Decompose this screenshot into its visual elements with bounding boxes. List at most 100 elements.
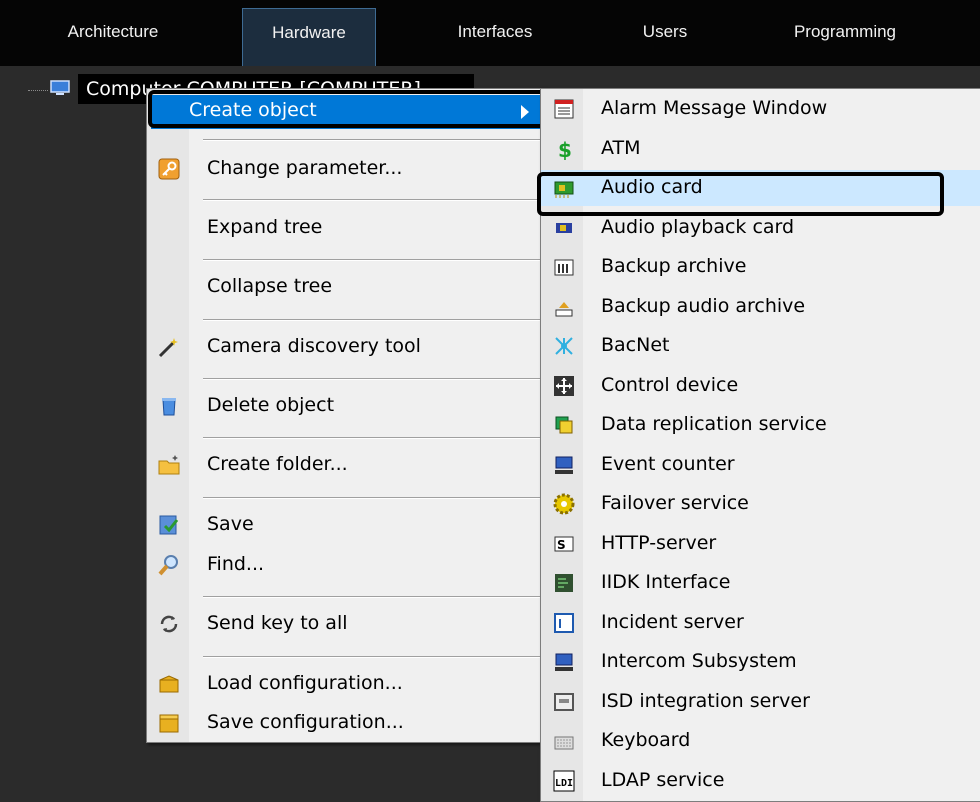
menu-item-label: Incident server [601,611,744,633]
submenu-item-iidk-interface[interactable]: IIDK Interface [541,565,980,601]
submenu-item-alarm-message-window[interactable]: Alarm Message Window [541,91,980,127]
menu-item-label: LDAP service [601,769,725,791]
ldap-icon: LDI [553,770,575,792]
menu-separator [203,596,541,598]
save-icon [159,515,179,535]
tab-label: Programming [793,22,897,41]
menu-item-create-folder[interactable]: Create folder... [147,447,545,483]
audio-playback-card-icon [556,223,572,233]
computer-icon [555,653,573,671]
menu-item-save[interactable]: Save [147,507,545,543]
menu-separator [203,437,541,439]
replication-icon [555,416,573,434]
submenu-item-event-counter[interactable]: Event counter [541,447,980,483]
svg-text:S: S [557,538,566,552]
menu-item-label: Save configuration... [207,711,404,733]
menu-item-label: Expand tree [207,216,323,238]
submenu-item-incident-server[interactable]: Incident server [541,605,980,641]
menu-item-camera-discovery-tool[interactable]: Camera discovery tool [147,329,545,365]
magnifier-icon [158,555,178,576]
terminal-icon [555,574,573,592]
menu-item-label: Camera discovery tool [207,335,421,357]
menu-item-label: Delete object [207,394,335,416]
menu-item-collapse-tree[interactable]: Collapse tree [147,269,545,305]
submenu-item-isd-integration-server[interactable]: ISD integration server [541,684,980,720]
menu-item-send-key-to-all[interactable]: Send key to all [147,606,545,642]
computer-icon [555,456,573,474]
keyboard-icon [554,736,574,750]
menu-item-label: Control device [601,374,739,396]
menu-separator [203,139,541,141]
tab-label: Hardware [272,23,346,42]
new-folder-icon [158,455,180,475]
magic-wand-icon [158,338,178,358]
tab-users[interactable]: Users [610,8,720,66]
svg-text:$: $ [558,138,572,160]
menu-separator [203,259,541,261]
menu-item-delete-object[interactable]: Delete object [147,388,545,424]
menu-item-label: BacNet [601,334,670,356]
menu-item-label: Data replication service [601,413,827,435]
tab-programming[interactable]: Programming [770,8,920,66]
menu-item-label: Failover service [601,492,749,514]
menu-item-label: Send key to all [207,612,348,634]
menu-item-change-parameter[interactable]: Change parameter... [147,151,545,187]
menu-item-label: Collapse tree [207,275,333,297]
dollar-icon: $ [558,138,572,160]
submenu-item-data-replication-service[interactable]: Data replication service [541,407,980,443]
save-box-icon [159,714,179,733]
menu-item-label: Alarm Message Window [601,97,828,119]
audio-archive-icon [555,302,573,317]
menu-item-label: ATM [601,137,641,159]
gear-icon [553,493,575,515]
menu-item-save-configuration[interactable]: Save configuration... [147,705,545,741]
key-icon [158,158,180,180]
submenu-item-ldap-service[interactable]: LDI LDAP service [541,763,980,799]
menu-item-expand-tree[interactable]: Expand tree [147,210,545,246]
menu-item-label: ISD integration server [601,690,810,712]
tab-hardware[interactable]: Hardware [242,8,376,66]
menu-item-label: Intercom Subsystem [601,650,797,672]
menu-separator [203,497,541,499]
submenu-item-backup-audio-archive[interactable]: Backup audio archive [541,289,980,325]
svg-text:LDI: LDI [555,778,573,789]
submenu-item-keyboard[interactable]: Keyboard [541,723,980,759]
context-menu: Create object Change parameter... Expand… [146,88,546,743]
tree-connector [28,90,48,91]
network-icon [555,337,573,355]
menu-item-load-configuration[interactable]: Load configuration... [147,666,545,702]
menu-item-label: Save [207,513,254,535]
menu-separator [203,378,541,380]
submenu-item-control-device[interactable]: Control device [541,368,980,404]
top-tab-bar: Architecture Hardware Interfaces Users P… [0,0,980,66]
menu-separator [203,199,541,201]
submenu-item-failover-service[interactable]: Failover service [541,486,980,522]
menu-item-label: Backup audio archive [601,295,806,317]
submenu-item-http-server[interactable]: S HTTP-server [541,526,980,562]
tab-label: Architecture [67,22,159,41]
submenu-item-bacnet[interactable]: BacNet [541,328,980,364]
menu-item-find[interactable]: Find... [147,547,545,583]
server-icon: S [554,536,574,552]
menu-separator [203,319,541,321]
menu-separator [203,656,541,658]
menu-item-label: Event counter [601,453,735,475]
tab-interfaces[interactable]: Interfaces [430,8,560,66]
move-arrows-icon [554,376,574,396]
tab-architecture[interactable]: Architecture [38,8,188,66]
submenu-item-backup-archive[interactable]: Backup archive [541,249,980,285]
menu-item-label: Backup archive [601,255,747,277]
submenu-item-atm[interactable]: $ ATM [541,131,980,167]
menu-item-label: Find... [207,553,265,575]
menu-item-label: IIDK Interface [601,571,731,593]
incident-window-icon [554,613,574,633]
recycle-bin-icon [162,398,176,416]
menu-item-label: Audio playback card [601,216,795,238]
sync-icon [160,615,178,633]
menu-item-label: Keyboard [601,729,691,751]
menu-item-label: Create folder... [207,453,348,475]
menu-item-label: Load configuration... [207,672,403,694]
load-box-icon [159,675,179,693]
submenu-item-intercom-subsystem[interactable]: Intercom Subsystem [541,644,980,680]
tab-label: Interfaces [457,22,533,41]
